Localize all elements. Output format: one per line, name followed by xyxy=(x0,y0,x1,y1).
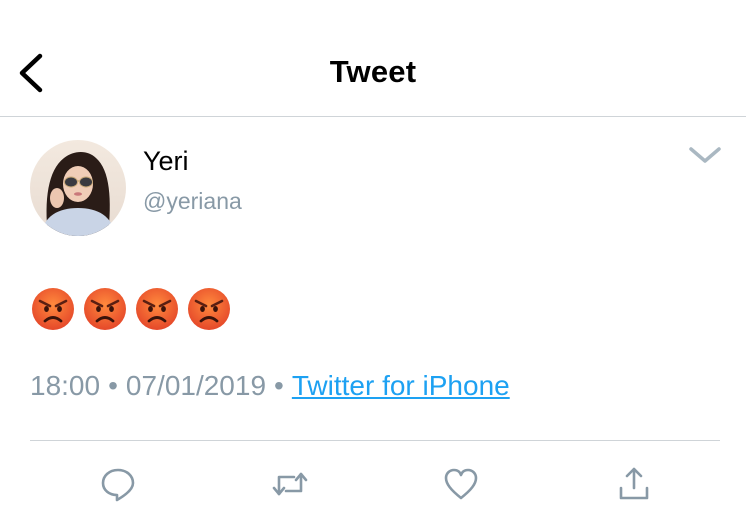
page-title: Tweet xyxy=(329,54,417,89)
divider xyxy=(30,440,720,441)
reply-button[interactable] xyxy=(98,464,138,504)
angry-face-emoji xyxy=(188,288,230,330)
angry-face-emoji xyxy=(136,288,178,330)
meta-separator: • xyxy=(108,370,118,401)
user-handle[interactable]: @yeriana xyxy=(143,188,242,215)
top-bar: Tweet xyxy=(0,0,746,117)
retweet-icon xyxy=(272,472,308,496)
angry-face-emoji xyxy=(84,288,126,330)
retweet-button[interactable] xyxy=(270,464,310,504)
chevron-down-icon xyxy=(689,147,721,163)
meta-separator: • xyxy=(274,370,284,401)
display-name[interactable]: Yeri xyxy=(143,146,189,177)
reply-icon xyxy=(101,468,135,502)
share-button[interactable] xyxy=(614,464,654,504)
tweet-meta: 18:00 • 07/01/2019 • Twitter for iPhone xyxy=(30,370,510,402)
tweet-time: 18:00 xyxy=(30,370,101,401)
tweet-source-link[interactable]: Twitter for iPhone xyxy=(292,370,510,401)
action-bar xyxy=(0,458,746,518)
heart-icon xyxy=(444,468,478,500)
tweet-date: 07/01/2019 xyxy=(125,370,267,401)
profile-photo xyxy=(30,140,126,236)
share-icon xyxy=(619,467,649,500)
tweet-text xyxy=(30,286,232,336)
avatar[interactable] xyxy=(30,140,126,236)
like-button[interactable] xyxy=(441,464,481,504)
angry-face-emoji xyxy=(32,288,74,330)
tweet-menu-button[interactable] xyxy=(686,140,724,170)
